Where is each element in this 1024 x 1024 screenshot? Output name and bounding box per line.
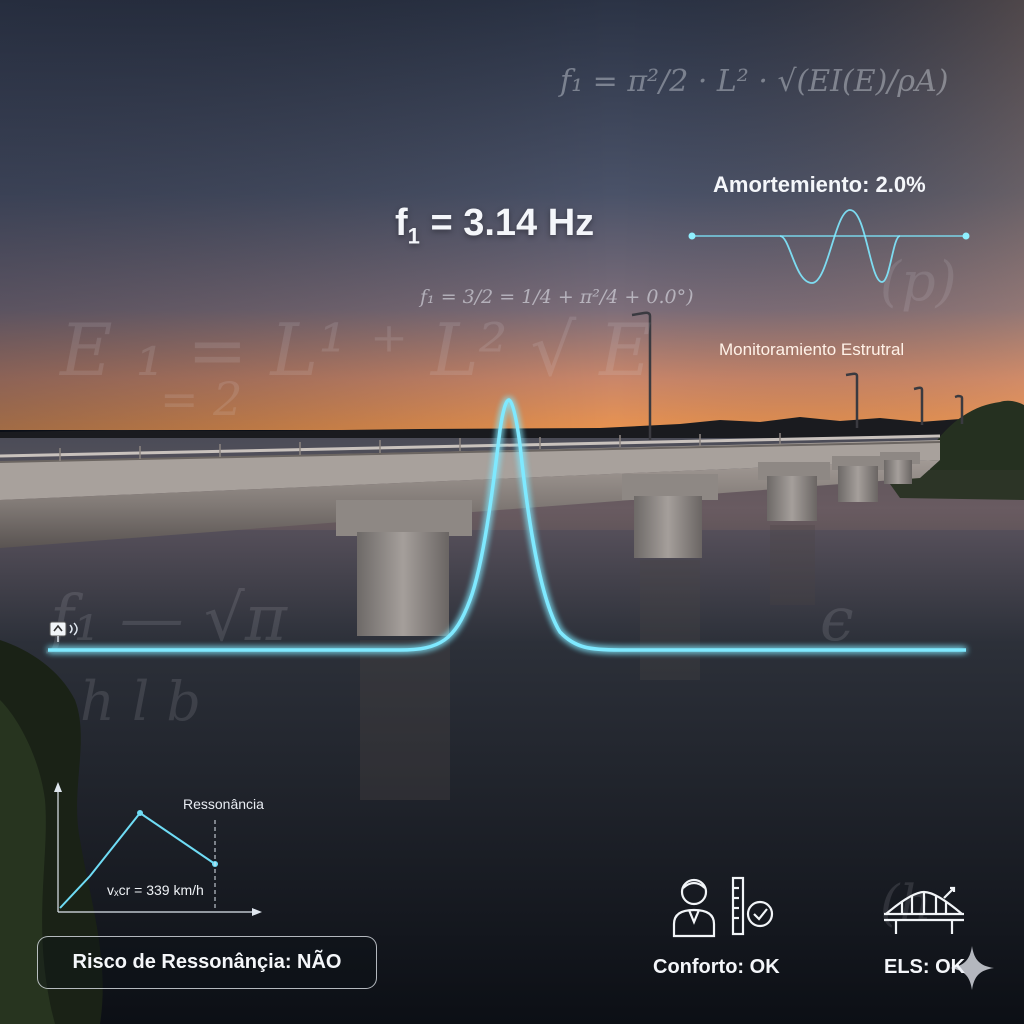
natural-frequency-formula-middle: f₁ = 3/2 = 1/4 + π²/4 + 0.0°) [420,286,694,308]
bridge-icon [882,884,966,941]
bridge-monitoring-scene: E ₁ = L¹ ⁺ L² √ E = 2 f₁ — √π h l b ϵ (p… [0,0,1024,1024]
svg-text:E ₁ = L¹ ⁺ L² √ E: E ₁ = L¹ ⁺ L² √ E [58,308,652,392]
frequency-symbol: f [395,202,408,244]
ruler-check-icon [730,876,778,943]
damping-label: Amortemiento: 2.0% [713,172,926,197]
svg-text:h l b: h l b [80,670,201,733]
resonance-peak-label: Ressonância [183,796,264,812]
monitoring-label: Monitoramiento Estrutral [719,340,905,359]
critical-speed-label: vₓcr = 339 km/h [107,882,204,898]
svg-text:= 2: = 2 [160,372,242,426]
resonance-risk-status-box: Risco de Ressonânçia: NÃO [37,936,377,989]
natural-frequency-display: f1 = 3.14 Hz [395,202,594,250]
comfort-status-label: Conforto: OK [653,956,780,978]
svg-text:ϵ: ϵ [820,585,854,655]
bridge-photo-background: E ₁ = L¹ ⁺ L² √ E = 2 f₁ — √π h l b ϵ (p… [0,0,1024,1024]
frequency-value: = 3.14 Hz [430,202,595,244]
natural-frequency-formula-top: f₁ = π²/2 · L² · √(EI(E)/ρA) [560,64,949,99]
resonance-risk-label: Risco de Ressonânçia: NÃO [72,951,342,973]
sparkle-icon [948,944,996,997]
frequency-subscript: 1 [407,223,420,249]
person-icon [670,876,718,943]
sensor-icon [48,620,88,649]
